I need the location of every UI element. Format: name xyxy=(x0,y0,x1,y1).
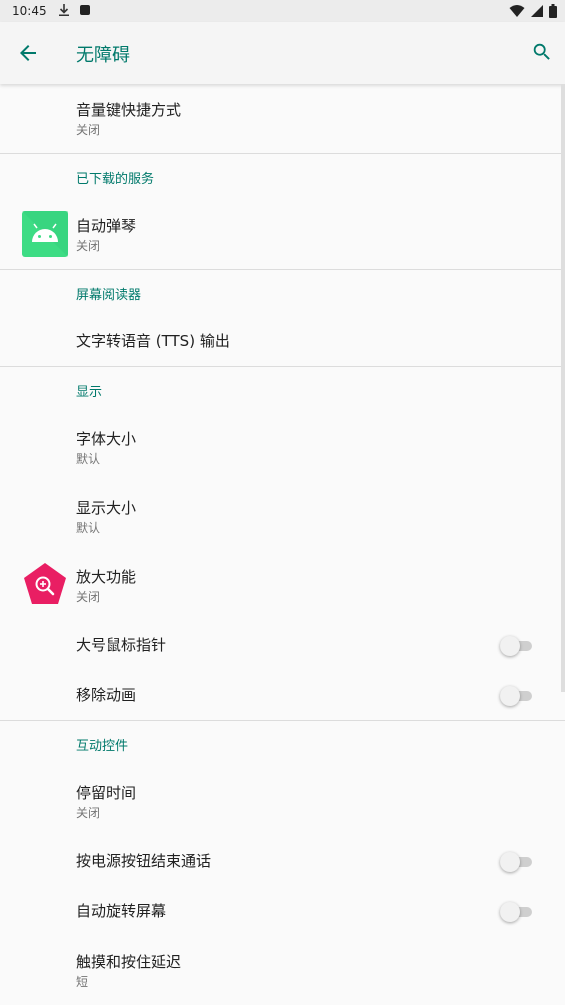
magnify-plus-icon xyxy=(24,563,66,604)
setting-title: 移除动画 xyxy=(76,686,137,704)
setting-summary: 默认 xyxy=(76,452,101,466)
section-shortcuts: 音量键快捷方式 关闭 xyxy=(0,84,565,154)
setting-title: 按电源按钮结束通话 xyxy=(76,852,212,870)
notification-a-icon xyxy=(80,5,90,15)
setting-large-pointer[interactable]: 大号鼠标指针 xyxy=(0,620,565,670)
setting-summary: 关闭 xyxy=(76,806,101,820)
section-header: 显示 xyxy=(76,385,103,400)
signal-icon xyxy=(531,5,543,17)
setting-summary: 关闭 xyxy=(76,590,101,604)
setting-touch-hold-delay[interactable]: 触摸和按住延迟 短 xyxy=(0,936,565,1005)
status-time: 10:45 xyxy=(12,4,47,18)
app-bar: 无障碍 xyxy=(0,22,565,84)
page-title: 无障碍 xyxy=(76,45,130,66)
setting-volume-shortcut[interactable]: 音量键快捷方式 关闭 xyxy=(0,84,565,153)
setting-title: 显示大小 xyxy=(76,499,137,517)
android-robot-icon xyxy=(22,211,68,257)
setting-magnification[interactable]: 放大功能 关闭 xyxy=(0,551,565,620)
setting-summary: 短 xyxy=(76,975,89,989)
setting-title: 字体大小 xyxy=(76,430,137,448)
setting-summary: 默认 xyxy=(76,521,101,535)
setting-title: 自动弹琴 xyxy=(76,217,137,235)
large-pointer-switch[interactable] xyxy=(500,636,532,656)
setting-title: 文字转语音 (TTS) 输出 xyxy=(76,332,230,350)
setting-dwell-time[interactable]: 停留时间 关闭 xyxy=(0,767,565,836)
setting-title: 放大功能 xyxy=(76,568,137,586)
setting-tts-output[interactable]: 文字转语音 (TTS) 输出 xyxy=(0,316,565,366)
system-icons xyxy=(509,3,557,19)
remove-animations-switch[interactable] xyxy=(500,686,532,706)
switch-thumb xyxy=(500,852,520,872)
section-header: 屏幕阅读器 xyxy=(76,288,142,303)
auto-rotate-switch[interactable] xyxy=(500,902,532,922)
setting-summary: 关闭 xyxy=(76,123,101,137)
settings-list: 音量键快捷方式 关闭 已下载的服务 自动弹琴 关闭 屏幕阅读器 文字转语音 (T… xyxy=(0,84,565,1005)
back-arrow-icon[interactable] xyxy=(16,41,40,65)
download-icon xyxy=(59,4,69,16)
section-interaction-controls: 互动控件 停留时间 关闭 按电源按钮结束通话 自动旋转屏幕 触摸和按住延迟 短 xyxy=(0,721,565,1005)
section-display: 显示 字体大小 默认 显示大小 默认 放大功能 关闭 大号鼠标指针 移除动画 xyxy=(0,367,565,721)
power-ends-call-switch[interactable] xyxy=(500,852,532,872)
switch-thumb xyxy=(500,902,520,922)
setting-power-ends-call[interactable]: 按电源按钮结束通话 xyxy=(0,836,565,886)
setting-font-size[interactable]: 字体大小 默认 xyxy=(0,413,565,482)
battery-icon xyxy=(549,4,557,18)
setting-auto-rotate[interactable]: 自动旋转屏幕 xyxy=(0,886,565,936)
status-bar: 10:45 xyxy=(0,0,565,22)
section-header: 互动控件 xyxy=(76,739,129,754)
setting-remove-animations[interactable]: 移除动画 xyxy=(0,670,565,720)
setting-title: 触摸和按住延迟 xyxy=(76,953,182,971)
switch-thumb xyxy=(500,636,520,656)
section-screen-reader: 屏幕阅读器 文字转语音 (TTS) 输出 xyxy=(0,270,565,367)
setting-auto-piano[interactable]: 自动弹琴 关闭 xyxy=(0,200,565,269)
wifi-icon xyxy=(509,5,525,17)
section-downloaded-services: 已下载的服务 自动弹琴 关闭 xyxy=(0,154,565,270)
setting-title: 自动旋转屏幕 xyxy=(76,902,167,920)
search-icon[interactable] xyxy=(531,41,553,63)
setting-display-size[interactable]: 显示大小 默认 xyxy=(0,482,565,551)
setting-title: 音量键快捷方式 xyxy=(76,101,182,119)
section-header: 已下载的服务 xyxy=(76,172,155,187)
scrollbar[interactable] xyxy=(561,84,565,692)
setting-title: 停留时间 xyxy=(76,784,137,802)
switch-thumb xyxy=(500,686,520,706)
setting-summary: 关闭 xyxy=(76,239,101,253)
setting-title: 大号鼠标指针 xyxy=(76,636,167,654)
